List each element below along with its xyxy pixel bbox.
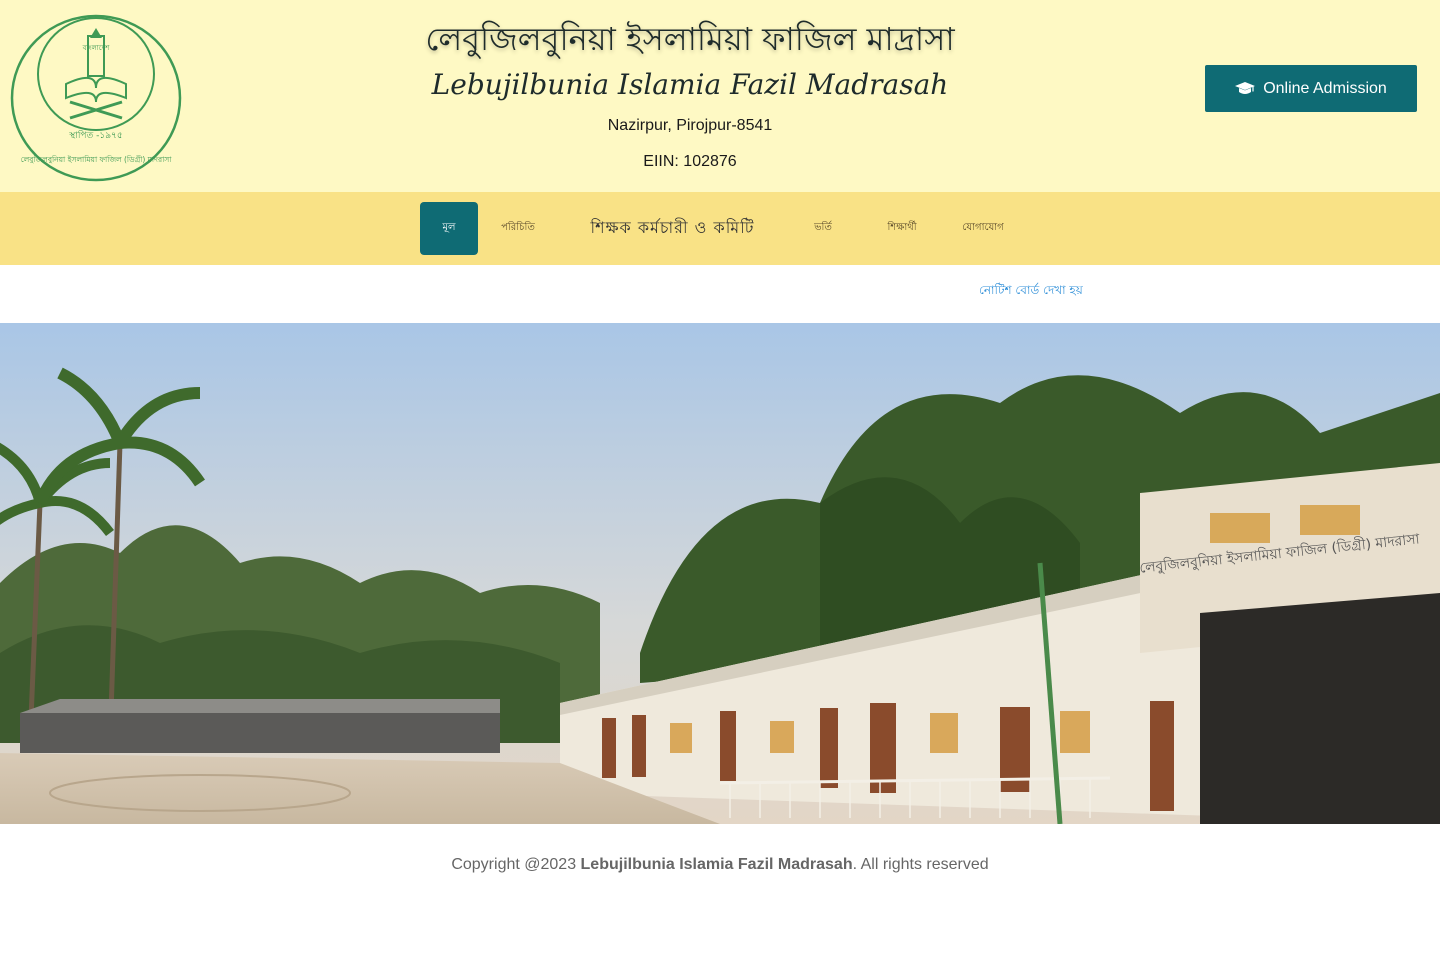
campus-photo-illustration: লেবুজিলবুনিয়া ইসলামিয়া ফাজিল (ডিগ্রী) …: [0, 323, 1440, 824]
copyright-prefix: Copyright @2023: [451, 856, 581, 873]
logo-established-text: স্থাপিত -১৯৭৫: [68, 130, 122, 141]
logo-arc-text-top: বাংলাদেশ: [82, 44, 111, 52]
site-address: Nazirpur, Pirojpur-8541: [607, 117, 773, 134]
online-admission-label: Online Admission: [1263, 79, 1387, 97]
madrasah-logo[interactable]: বাংলাদেশ স্থাপিত -১৯৭৫ লেবুজিলবুনিয়া ইস…: [10, 14, 182, 182]
logo-arc-text-bottom: লেবুজিলবুনিয়া ইসলামিয়া ফাজিল (ডিগ্রী) …: [21, 154, 173, 164]
site-title-bangla: লেবুজিলবুনিয়া ইসলামিয়া ফাজিল মাদ্রাসা: [425, 20, 955, 58]
site-title-english: Lebujilbunia Islamia Fazil Madrasah: [431, 68, 949, 101]
site-eiin: EIIN: 102876: [643, 153, 737, 170]
hero-campus-photo: লেবুজিলবুনিয়া ইসলামিয়া ফাজিল (ডিগ্রী) …: [0, 323, 1440, 824]
main-navigation: মূল পরিচিতি শিক্ষক কর্মচারী ও কমিটি ভর্ত…: [0, 192, 1440, 265]
nav-item-home[interactable]: মূল: [420, 202, 478, 255]
copyright-site-name: Lebujilbunia Islamia Fazil Madrasah: [580, 856, 853, 873]
nav-item-admission[interactable]: ভর্তি: [800, 202, 846, 255]
nav-item-introduction[interactable]: পরিচিতি: [492, 202, 544, 255]
copyright-text: Copyright @2023 Lebujilbunia Islamia Faz…: [0, 856, 1440, 874]
online-admission-button[interactable]: Online Admission: [1205, 65, 1417, 112]
notice-ticker-text[interactable]: নোটিশ বোর্ড দেখা হয়: [979, 282, 1083, 302]
site-footer: Copyright @2023 Lebujilbunia Islamia Faz…: [0, 824, 1440, 979]
copyright-suffix: . All rights reserved: [852, 856, 989, 873]
nav-item-contact[interactable]: যোগাযোগ: [958, 202, 1008, 255]
site-header: বাংলাদেশ স্থাপিত -১৯৭৫ লেবুজিলবুনিয়া ইস…: [0, 0, 1440, 192]
notice-ticker: নোটিশ বোর্ড দেখা হয়: [0, 265, 1440, 323]
nav-item-students[interactable]: শিক্ষার্থী: [872, 202, 932, 255]
nav-item-staff-committee[interactable]: শিক্ষক কর্মচারী ও কমিটি: [570, 202, 775, 255]
graduation-cap-icon: [1235, 81, 1256, 94]
